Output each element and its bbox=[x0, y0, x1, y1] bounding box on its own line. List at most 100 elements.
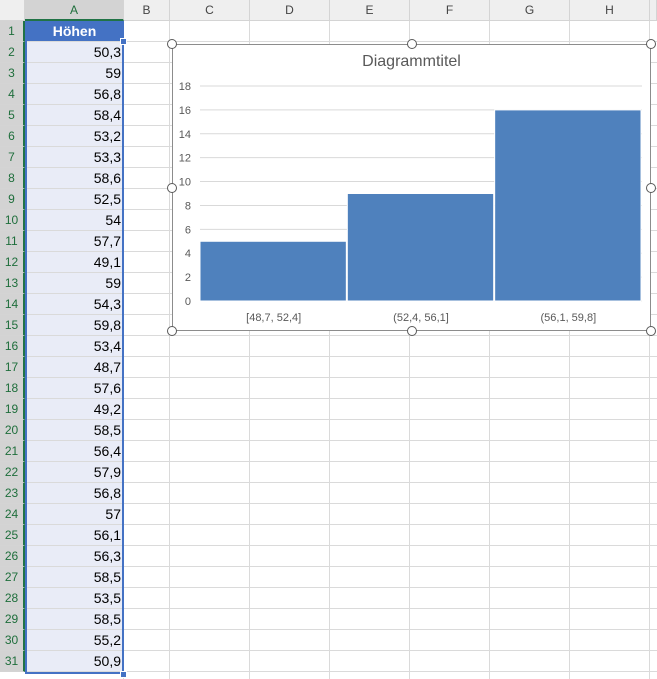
row-header[interactable]: 27 bbox=[0, 567, 25, 588]
row-header[interactable]: 8 bbox=[0, 168, 25, 189]
cell-value[interactable]: 56,8 bbox=[25, 483, 124, 503]
cell-value[interactable]: 59 bbox=[25, 63, 124, 83]
cell-value[interactable]: 53,2 bbox=[25, 126, 124, 146]
row-header[interactable]: 26 bbox=[0, 546, 25, 567]
cell-value[interactable]: 48,7 bbox=[25, 357, 124, 377]
row-header[interactable]: 20 bbox=[0, 420, 25, 441]
cell-value[interactable]: 49,1 bbox=[25, 252, 124, 272]
row-header[interactable]: 13 bbox=[0, 273, 25, 294]
cell-a1-header[interactable]: Höhen bbox=[25, 21, 124, 41]
y-tick-label: 8 bbox=[185, 200, 191, 212]
histogram-bar[interactable] bbox=[346, 193, 495, 302]
cell-value[interactable]: 56,8 bbox=[25, 84, 124, 104]
row-header[interactable]: 22 bbox=[0, 462, 25, 483]
chart-resize-handle-w[interactable] bbox=[167, 182, 177, 193]
cell-value[interactable]: 53,5 bbox=[25, 588, 124, 608]
chart-resize-handle-e[interactable] bbox=[646, 182, 656, 193]
row-header[interactable]: 19 bbox=[0, 399, 25, 420]
column-header-c[interactable]: C bbox=[170, 0, 250, 21]
y-tick-label: 6 bbox=[185, 224, 191, 236]
chart-resize-handle-ne[interactable] bbox=[646, 39, 656, 49]
cell-value[interactable]: 58,5 bbox=[25, 420, 124, 440]
selection-fill-handle[interactable] bbox=[120, 671, 127, 678]
row-header[interactable]: 16 bbox=[0, 336, 25, 357]
cell-value[interactable]: 58,5 bbox=[25, 609, 124, 629]
spreadsheet-grid[interactable]: ABCDEFGH 1 2 3 4 5 6 7 8 9 10 11 12 13 14 15 16 17 18 19 20… bbox=[0, 0, 657, 679]
cell-value[interactable]: 57,6 bbox=[25, 378, 124, 398]
cell-value[interactable]: 54,3 bbox=[25, 294, 124, 314]
cell-value[interactable]: 56,4 bbox=[25, 441, 124, 461]
row-header[interactable]: 15 bbox=[0, 315, 25, 336]
cell-value[interactable]: 59,8 bbox=[25, 315, 124, 335]
cell-value[interactable]: 59 bbox=[25, 273, 124, 293]
column-header-b[interactable]: B bbox=[124, 0, 170, 21]
row-header[interactable]: 4 bbox=[0, 84, 25, 105]
histogram-bar[interactable] bbox=[494, 109, 642, 302]
cell-value[interactable]: 57,7 bbox=[25, 231, 124, 251]
column-header-g[interactable]: G bbox=[490, 0, 570, 21]
row-header[interactable]: 11 bbox=[0, 231, 25, 252]
cell-value[interactable]: 53,4 bbox=[25, 336, 124, 356]
row-header[interactable]: 14 bbox=[0, 294, 25, 315]
cell-value[interactable]: 58,4 bbox=[25, 105, 124, 125]
column-header-e[interactable]: E bbox=[330, 0, 410, 21]
cell-value[interactable]: 57,9 bbox=[25, 462, 124, 482]
column-header-a[interactable]: A bbox=[25, 0, 124, 21]
cell-value[interactable]: 50,9 bbox=[25, 651, 124, 671]
row-header[interactable]: 18 bbox=[0, 378, 25, 399]
y-tick-label: 12 bbox=[179, 153, 191, 165]
column-gridline bbox=[169, 21, 170, 679]
row-header[interactable]: 31 bbox=[0, 651, 25, 672]
row-header[interactable]: 24 bbox=[0, 504, 25, 525]
chart-resize-handle-s[interactable] bbox=[406, 326, 417, 336]
row-header[interactable]: 29 bbox=[0, 609, 25, 630]
y-tick-label: 16 bbox=[179, 105, 191, 117]
cell-value[interactable]: 58,5 bbox=[25, 567, 124, 587]
cell-value[interactable]: 50,3 bbox=[25, 42, 124, 62]
y-tick-label: 4 bbox=[185, 248, 191, 260]
cell-value[interactable]: 52,5 bbox=[25, 189, 124, 209]
row-header[interactable]: 28 bbox=[0, 588, 25, 609]
cell-value[interactable]: 57 bbox=[25, 504, 124, 524]
x-category-label: (56,1, 59,8] bbox=[541, 312, 597, 324]
cell-value[interactable]: 56,3 bbox=[25, 546, 124, 566]
cell-value[interactable]: 49,2 bbox=[25, 399, 124, 419]
column-header-h[interactable]: H bbox=[570, 0, 650, 21]
column-header-overflow[interactable] bbox=[650, 0, 657, 21]
chart-resize-handle-se[interactable] bbox=[646, 326, 656, 336]
row-header[interactable]: 9 bbox=[0, 189, 25, 210]
row-header[interactable]: 17 bbox=[0, 357, 25, 378]
row-header[interactable]: 30 bbox=[0, 630, 25, 651]
select-all-corner[interactable] bbox=[0, 0, 25, 21]
cell-value[interactable]: 55,2 bbox=[25, 630, 124, 650]
histogram-chart[interactable]: Diagrammtitel 0 2 4 6 8 10 12 14 16 18 [48,7, 52,4… bbox=[167, 39, 656, 336]
histogram-bar[interactable] bbox=[199, 240, 347, 302]
x-category-label: (52,4, 56,1] bbox=[393, 312, 449, 324]
selection-top-handle[interactable] bbox=[120, 38, 127, 45]
row-header[interactable]: 6 bbox=[0, 126, 25, 147]
cell-value[interactable]: 53,3 bbox=[25, 147, 124, 167]
y-tick-label: 14 bbox=[179, 129, 191, 141]
row-header[interactable]: 3 bbox=[0, 63, 25, 84]
chart-resize-handle-nw[interactable] bbox=[167, 39, 177, 49]
chart-plot: 0 2 4 6 8 10 12 14 16 18 [48,7, 52,4] (52,4, 56,1] (… bbox=[179, 81, 642, 324]
y-tick-label: 18 bbox=[179, 81, 191, 93]
row-header[interactable]: 23 bbox=[0, 483, 25, 504]
row-header[interactable]: 1 bbox=[0, 21, 25, 42]
cell-value[interactable]: 54 bbox=[25, 210, 124, 230]
row-header[interactable]: 25 bbox=[0, 525, 25, 546]
row-header[interactable]: 12 bbox=[0, 252, 25, 273]
row-header[interactable]: 2 bbox=[0, 42, 25, 63]
row-header[interactable]: 10 bbox=[0, 210, 25, 231]
y-tick-label: 2 bbox=[185, 272, 191, 284]
row-header[interactable]: 5 bbox=[0, 105, 25, 126]
chart-resize-handle-n[interactable] bbox=[406, 39, 417, 49]
cell-value[interactable]: 58,6 bbox=[25, 168, 124, 188]
row-header[interactable]: 7 bbox=[0, 147, 25, 168]
cell-value[interactable]: 56,1 bbox=[25, 525, 124, 545]
chart-resize-handle-sw[interactable] bbox=[167, 326, 177, 336]
y-tick-label: 10 bbox=[179, 177, 191, 189]
row-header[interactable]: 21 bbox=[0, 441, 25, 462]
column-header-d[interactable]: D bbox=[250, 0, 330, 21]
column-header-f[interactable]: F bbox=[410, 0, 490, 21]
